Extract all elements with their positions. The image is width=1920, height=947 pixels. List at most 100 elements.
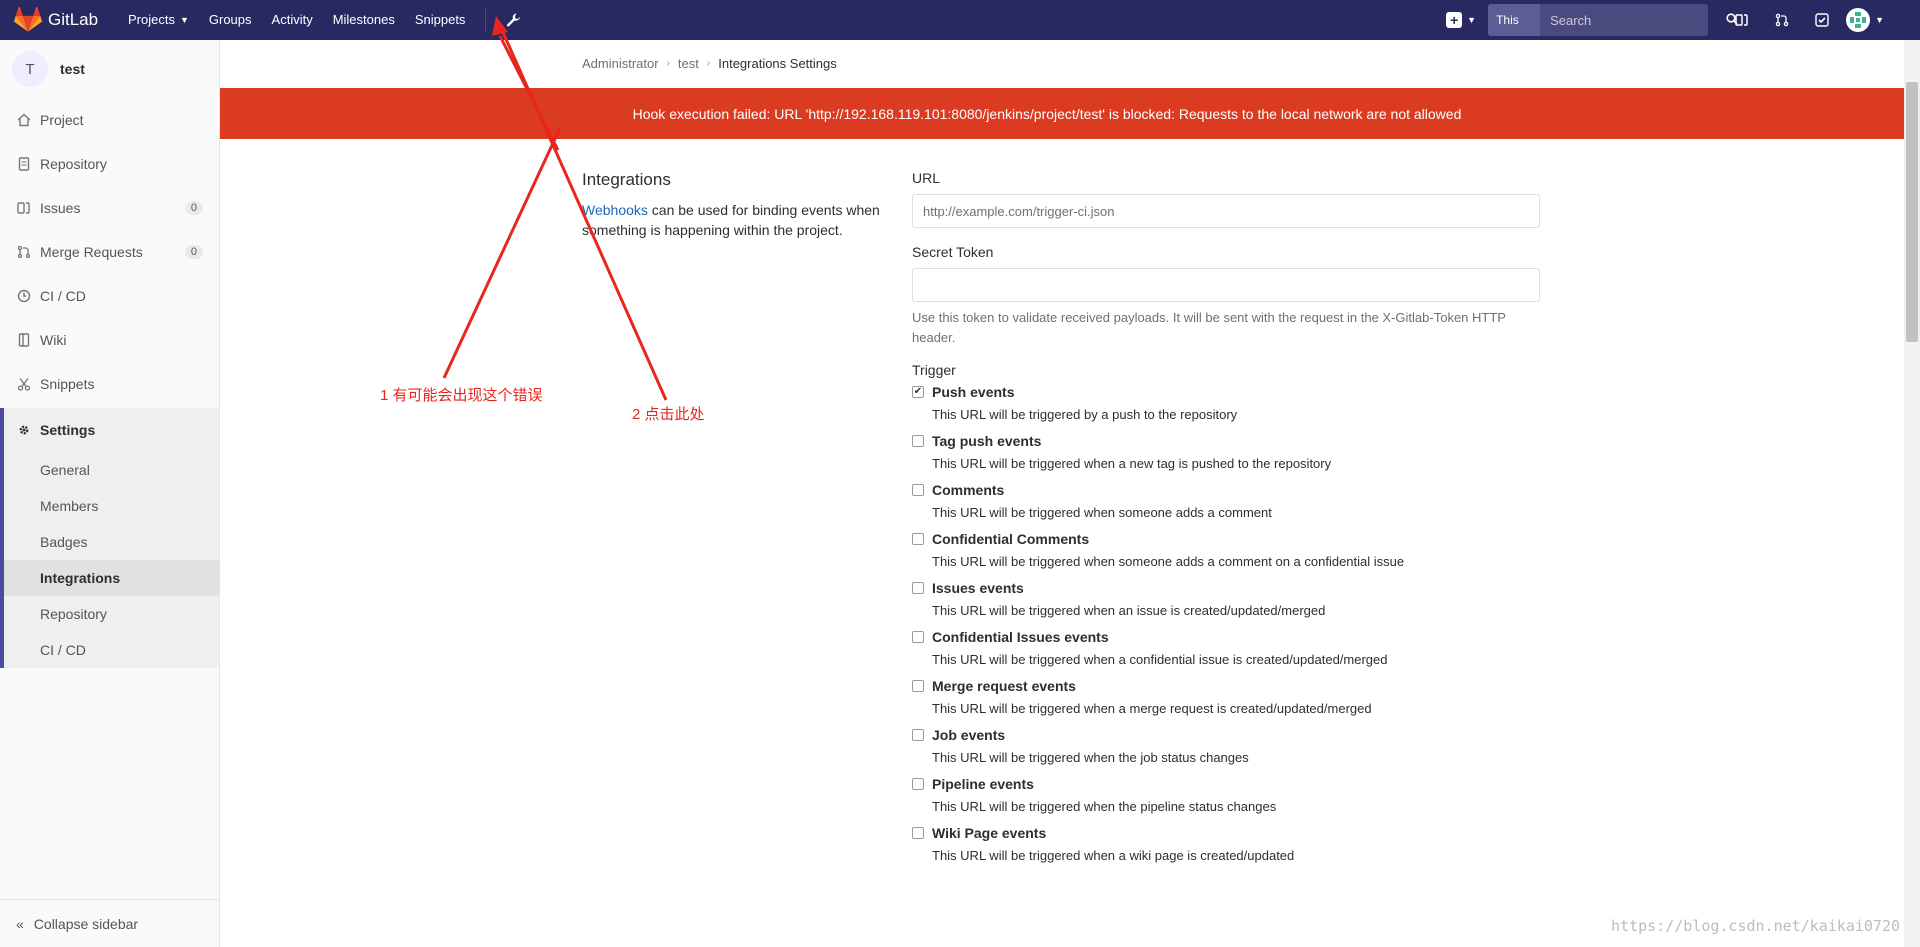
intro-text: Webhooks can be used for binding events … <box>582 202 880 238</box>
project-name: test <box>60 61 85 77</box>
confidential-comments-checkbox[interactable] <box>912 533 924 545</box>
url-field[interactable]: http://example.com/trigger-ci.json <box>912 194 1540 228</box>
url-label: URL <box>912 170 941 186</box>
sidebar-item-merge-requests[interactable]: Merge Requests 0 <box>0 230 219 274</box>
merge-requests-count-badge: 0 <box>184 245 203 259</box>
nav-projects[interactable]: Projects ▼ <box>118 0 199 40</box>
sidebar-sub-ci-cd[interactable]: CI / CD <box>4 632 219 668</box>
issues-events-checkbox[interactable] <box>912 582 924 594</box>
job-events-checkbox[interactable] <box>912 729 924 741</box>
trigger-pipeline-events: Pipeline events This URL will be trigger… <box>912 776 1540 814</box>
webhook-form: URL http://example.com/trigger-ci.json S… <box>912 170 1540 874</box>
trigger-merge-request-events: Merge request events This URL will be tr… <box>912 678 1540 716</box>
chevron-down-icon: ▼ <box>179 15 189 25</box>
integrations-intro: Integrations Webhooks can be used for bi… <box>582 170 892 240</box>
trigger-tag-push-events: Tag push events This URL will be trigger… <box>912 433 1540 471</box>
chevron-down-icon: ▼ <box>1875 15 1884 25</box>
tag-push-events-checkbox[interactable] <box>912 435 924 447</box>
trigger-push-events: ✔ Push events This URL will be triggered … <box>912 384 1238 422</box>
sidebar-item-repository[interactable]: Repository <box>0 142 219 186</box>
breadcrumb-current[interactable]: Integrations Settings <box>718 56 837 71</box>
sidebar-item-snippets[interactable]: Snippets <box>0 362 219 406</box>
gitlab-logo[interactable]: GitLab <box>0 7 118 33</box>
page-scrollbar[interactable] <box>1904 40 1920 947</box>
confidential-issues-events-checkbox[interactable] <box>912 631 924 643</box>
error-message: Hook execution failed: URL 'http://192.1… <box>632 105 1462 122</box>
sidebar-item-settings[interactable]: Settings <box>4 408 219 452</box>
home-icon <box>16 112 32 128</box>
sidebar-settings-section: Settings General Members Badges Integrat… <box>0 408 219 668</box>
secret-token-help: Use this token to validate received payl… <box>912 310 1506 345</box>
webhooks-link[interactable]: Webhooks <box>582 202 648 218</box>
trigger-issues-events: Issues events This URL will be triggered… <box>912 580 1540 618</box>
avatar <box>1846 8 1871 32</box>
book-icon <box>16 332 32 348</box>
nav-activity[interactable]: Activity <box>262 0 323 40</box>
breadcrumb-administrator[interactable]: Administrator <box>582 56 659 71</box>
secret-token-field[interactable] <box>912 268 1540 302</box>
breadcrumb-test[interactable]: test <box>678 56 699 71</box>
comments-checkbox[interactable] <box>912 484 924 496</box>
doc-icon <box>16 156 32 172</box>
chevron-right-icon: › <box>666 58 670 69</box>
trigger-job-events: Job events This URL will be triggered wh… <box>912 727 1540 765</box>
sidebar-sub-general[interactable]: General <box>4 452 219 488</box>
brand-name: GitLab <box>48 10 99 29</box>
trigger-wiki-page-events: Wiki Page events This URL will be trigge… <box>912 825 1540 863</box>
push-events-checkbox[interactable]: ✔ <box>912 386 924 398</box>
sidebar-item-wiki[interactable]: Wiki <box>0 318 219 362</box>
nav-divider <box>485 8 487 32</box>
issues-shortcut-icon[interactable] <box>1722 0 1762 40</box>
chevron-down-icon: ▼ <box>1467 15 1477 25</box>
search-box: This project <box>1488 4 1738 59</box>
sidebar-project-header[interactable]: T test <box>0 40 219 98</box>
sidebar-item-project[interactable]: Project <box>0 98 219 142</box>
chevron-right-icon: › <box>706 58 711 69</box>
error-flash-banner[interactable]: Hook execution failed: URL 'http://192.1… <box>220 88 1904 139</box>
sidebar-sub-repository[interactable]: Repository <box>4 596 219 632</box>
double-chevron-left-icon: « <box>16 915 24 932</box>
gear-icon <box>16 422 32 438</box>
annotation-note-2: 2 点击此处 <box>632 406 705 423</box>
user-menu-button[interactable]: ▼ <box>1846 8 1884 32</box>
page-title: Integrations <box>582 170 671 189</box>
trigger-confidential-issues-events: Confidential Issues events This URL will… <box>912 629 1540 667</box>
project-avatar: T <box>12 51 48 87</box>
rocket-icon <box>16 288 32 304</box>
plus-icon: + <box>1446 12 1463 28</box>
issues-icon <box>16 200 32 216</box>
annotation-note-1: 1 有可能会出现这个错误 <box>380 387 543 404</box>
sidebar-item-issues[interactable]: Issues 0 <box>0 186 219 230</box>
nav-snippets[interactable]: Snippets <box>405 0 476 40</box>
pipeline-events-checkbox[interactable] <box>912 778 924 790</box>
search-scope-badge[interactable]: This project <box>1488 4 1541 59</box>
project-sidebar: T test Project Repository Issues 0 Merge… <box>0 40 220 947</box>
merge-request-events-checkbox[interactable] <box>912 680 924 692</box>
trigger-comments: Comments This URL will be triggered when… <box>912 482 1540 520</box>
collapse-sidebar-button[interactable]: « Collapse sidebar <box>0 899 219 947</box>
tanuki-logo-icon <box>14 7 42 32</box>
todos-shortcut-icon[interactable] <box>1802 0 1842 40</box>
sidebar-sub-badges[interactable]: Badges <box>4 524 219 560</box>
secret-token-label: Secret Token <box>912 244 994 260</box>
search-input[interactable] <box>1540 4 1727 36</box>
trigger-label: Trigger <box>912 362 956 378</box>
issues-count-badge: 0 <box>184 201 203 215</box>
merge-icon <box>16 244 32 260</box>
wiki-page-events-checkbox[interactable] <box>912 827 924 839</box>
scrollbar-thumb[interactable] <box>1906 82 1918 342</box>
admin-area-wrench-icon[interactable] <box>496 0 532 40</box>
sidebar-item-ci-cd[interactable]: CI / CD <box>0 274 219 318</box>
breadcrumb: Administrator › test › Integrations Sett… <box>582 56 837 71</box>
scissors-icon <box>16 376 32 392</box>
trigger-confidential-comments: Confidential Comments This URL will be t… <box>912 531 1540 569</box>
sidebar-sub-members[interactable]: Members <box>4 488 219 524</box>
new-dropdown-button[interactable]: + ▼ <box>1446 12 1476 28</box>
nav-milestones[interactable]: Milestones <box>323 0 405 40</box>
watermark: https://blog.csdn.net/kaikai0720 <box>1611 917 1900 935</box>
nav-groups[interactable]: Groups <box>199 0 262 40</box>
main-content: Administrator › test › Integrations Sett… <box>220 40 1904 947</box>
sidebar-sub-integrations[interactable]: Integrations <box>4 560 219 596</box>
top-navbar: GitLab Projects ▼ Groups Activity Milesto… <box>0 0 1920 59</box>
merge-requests-shortcut-icon[interactable] <box>1762 0 1802 40</box>
